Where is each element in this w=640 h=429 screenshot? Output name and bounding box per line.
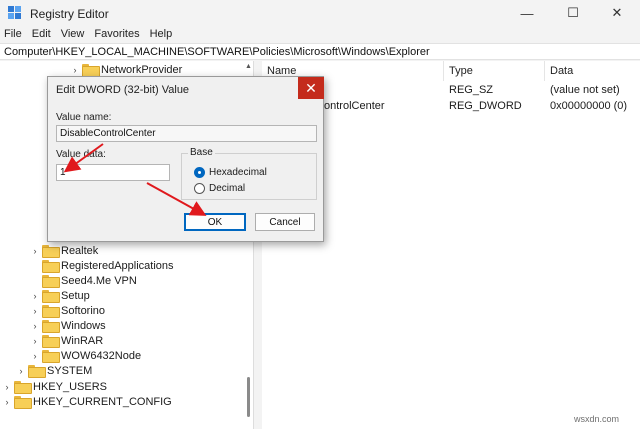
tree-item-realtek[interactable]: › Realtek [30, 243, 98, 258]
chevron-right-icon[interactable]: › [16, 366, 26, 376]
folder-icon [42, 275, 60, 288]
tree-item-label: Realtek [61, 244, 99, 257]
value-name-field[interactable]: DisableControlCenter [56, 125, 317, 142]
minimize-button[interactable]: — [504, 0, 550, 26]
tree-item-label: WinRAR [61, 334, 104, 347]
base-label: Base [188, 147, 215, 158]
chevron-right-icon[interactable]: › [30, 291, 40, 301]
column-header-type[interactable]: Type [449, 65, 473, 77]
column-header-data[interactable]: Data [550, 65, 573, 77]
tree-item-system[interactable]: › SYSTEM [16, 363, 92, 378]
close-window-button[interactable]: ✕ [594, 0, 640, 26]
column-divider[interactable] [544, 61, 545, 81]
menu-help[interactable]: Help [145, 26, 178, 42]
dialog-close-button[interactable]: ✕ [298, 77, 324, 99]
window-title: Registry Editor [30, 7, 109, 21]
tree-item-hkey-users[interactable]: › HKEY_USERS [2, 379, 107, 394]
tree-item-label: Softorino [61, 304, 106, 317]
radio-label: Decimal [209, 182, 246, 194]
chevron-right-icon[interactable]: › [30, 306, 40, 316]
tree-item-hkey-current-config[interactable]: › HKEY_CURRENT_CONFIG [2, 394, 172, 409]
menu-edit[interactable]: Edit [27, 26, 56, 42]
tree-item-label: Setup [61, 289, 90, 302]
value-name: ontrolCenter [324, 100, 385, 112]
value-data-input[interactable]: 1 [56, 164, 170, 181]
address-bar[interactable]: Computer\HKEY_LOCAL_MACHINE\SOFTWARE\Pol… [0, 43, 640, 60]
tree-item-label: WOW6432Node [61, 349, 142, 362]
value-data: 0x00000000 (0) [550, 100, 628, 112]
tree-item-wow6432node[interactable]: › WOW6432Node [30, 348, 141, 363]
folder-icon [14, 396, 32, 409]
tree-item-label: SYSTEM [47, 364, 93, 377]
maximize-button[interactable]: ☐ [550, 0, 596, 26]
folder-icon [42, 245, 60, 258]
edit-dword-dialog: Edit DWORD (32-bit) Value ✕ Value name: … [47, 76, 324, 242]
folder-icon [42, 305, 60, 318]
chevron-right-icon[interactable]: › [30, 351, 40, 361]
folder-icon [42, 335, 60, 348]
value-type: REG_DWORD [449, 100, 522, 112]
tree-item-label: Seed4.Me VPN [61, 274, 137, 287]
radio-hexadecimal[interactable]: Hexadecimal [194, 165, 267, 179]
tree-item-label: RegisteredApplications [61, 259, 174, 272]
menu-view[interactable]: View [56, 26, 90, 42]
value-data: (value not set) [550, 84, 620, 96]
tree-item-label: HKEY_USERS [33, 380, 107, 393]
folder-icon [14, 381, 32, 394]
column-divider[interactable] [443, 61, 444, 81]
radio-decimal[interactable]: Decimal [194, 181, 245, 195]
value-type: REG_SZ [449, 84, 494, 96]
menu-favorites[interactable]: Favorites [89, 26, 144, 42]
value-data-label: Value data: [56, 149, 106, 160]
radio-selected-icon[interactable] [194, 166, 205, 178]
chevron-right-icon[interactable]: › [2, 382, 12, 392]
ok-button[interactable]: OK [184, 213, 246, 231]
chevron-right-icon[interactable]: › [30, 321, 40, 331]
title-bar: Registry Editor — ☐ ✕ [0, 0, 640, 26]
tree-item-setup[interactable]: › Setup [30, 288, 90, 303]
folder-icon [42, 260, 60, 273]
chevron-right-icon[interactable]: › [30, 246, 40, 256]
scroll-up-icon[interactable]: ▲ [245, 63, 252, 70]
value-name-label: Value name: [56, 112, 112, 123]
tree-item-windows[interactable]: › Windows [30, 318, 106, 333]
folder-icon [82, 64, 100, 77]
chevron-right-icon[interactable]: › [2, 397, 12, 407]
tree-item-seed4me-vpn[interactable]: Seed4.Me VPN [30, 273, 137, 288]
dialog-title: Edit DWORD (32-bit) Value [56, 84, 190, 96]
scrollbar-thumb[interactable] [247, 377, 250, 417]
radio-unselected-icon[interactable] [194, 182, 205, 194]
tree-item-softorino[interactable]: › Softorino [30, 303, 105, 318]
chevron-right-icon[interactable]: › [70, 65, 80, 75]
menu-bar: File Edit View Favorites Help [0, 26, 640, 42]
address-path[interactable]: Computer\HKEY_LOCAL_MACHINE\SOFTWARE\Pol… [4, 46, 430, 58]
cancel-button[interactable]: Cancel [255, 213, 315, 231]
watermark-text: wsxdn.com [574, 414, 620, 424]
menu-file[interactable]: File [0, 26, 27, 42]
chevron-right-icon[interactable]: › [30, 336, 40, 346]
folder-icon [42, 290, 60, 303]
tree-item-label: Windows [61, 319, 106, 332]
registry-editor-app-icon [8, 6, 22, 20]
tree-item-label: NetworkProvider [101, 63, 183, 76]
tree-item-winrar[interactable]: › WinRAR [30, 333, 103, 348]
tree-item-registeredapplications[interactable]: RegisteredApplications [30, 258, 174, 273]
radio-label: Hexadecimal [209, 166, 267, 178]
folder-icon [28, 365, 46, 378]
folder-icon [42, 350, 60, 363]
folder-icon [42, 320, 60, 333]
tree-item-networkprovider[interactable]: › NetworkProvider [70, 62, 182, 77]
tree-item-label: HKEY_CURRENT_CONFIG [33, 395, 172, 408]
